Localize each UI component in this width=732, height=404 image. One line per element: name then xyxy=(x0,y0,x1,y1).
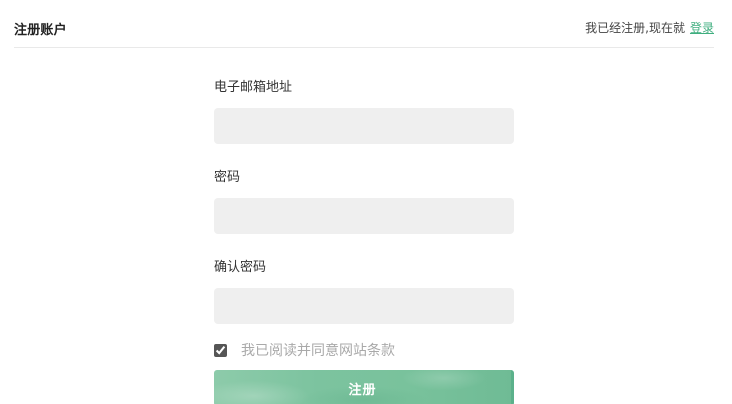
page-header: 注册账户 我已经注册,现在就 登录 xyxy=(14,0,714,48)
register-form: 电子邮箱地址 密码 确认密码 我已阅读并同意网站条款 注册 xyxy=(214,78,514,404)
agree-checkbox[interactable] xyxy=(214,343,227,357)
login-link[interactable]: 登录 xyxy=(690,21,714,35)
register-page: 注册账户 我已经注册,现在就 登录 电子邮箱地址 密码 确认密码 我已阅读并同意网… xyxy=(0,0,732,404)
confirm-password-label: 确认密码 xyxy=(214,260,267,275)
register-button[interactable]: 注册 xyxy=(214,370,514,404)
email-group: 电子邮箱地址 xyxy=(214,78,514,144)
email-label: 电子邮箱地址 xyxy=(214,80,293,95)
confirm-password-group: 确认密码 xyxy=(214,258,514,324)
already-registered-text: 我已经注册,现在就 xyxy=(585,21,685,35)
agree-label: 我已阅读并同意网站条款 xyxy=(241,343,395,359)
login-prompt: 我已经注册,现在就 登录 xyxy=(585,19,714,36)
agree-row: 我已阅读并同意网站条款 xyxy=(214,340,514,360)
password-field[interactable] xyxy=(214,198,514,234)
confirm-password-field[interactable] xyxy=(214,288,514,324)
email-field[interactable] xyxy=(214,108,514,144)
password-label: 密码 xyxy=(214,170,241,185)
password-group: 密码 xyxy=(214,168,514,234)
page-title: 注册账户 xyxy=(14,23,67,38)
